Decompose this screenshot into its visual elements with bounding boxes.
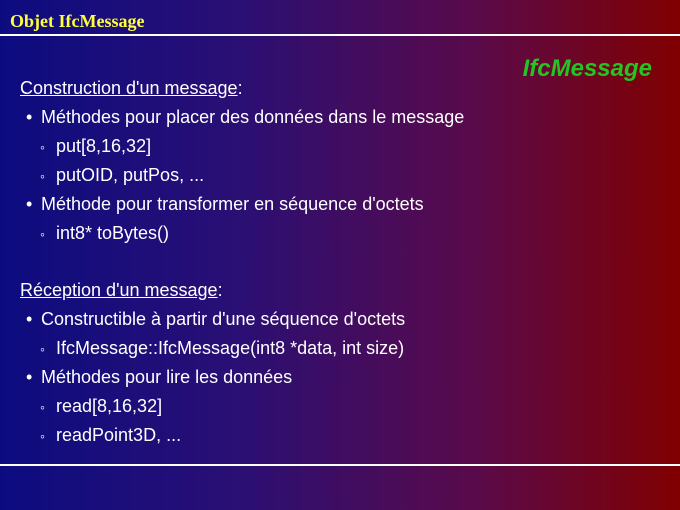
slide: Objet IfcMessage IfcMessage Construction… [0, 0, 680, 510]
list-item: • Méthodes pour placer des données dans l… [20, 103, 660, 132]
bullet-icon: • [26, 194, 33, 214]
sub-list-item-text: read[8,16,32] [56, 396, 163, 416]
sub-list-item-text: putOID, putPos, ... [56, 165, 205, 185]
section-title-colon: : [237, 78, 243, 98]
slide-content: Construction d'un message: • Méthodes pou… [20, 74, 660, 450]
section-title-text: Réception d'un message [20, 280, 218, 300]
sub-list-item-text: readPoint3D, ... [56, 425, 182, 445]
sub-list-item: ◦ readPoint3D, ... [20, 421, 660, 450]
sub-bullet-icon: ◦ [40, 428, 45, 444]
sub-list-item: ◦ int8* toBytes() [20, 219, 660, 248]
bullet-icon: • [26, 367, 33, 387]
list-item: • Méthodes pour lire les données [20, 363, 660, 392]
section-title-text: Construction d'un message [20, 78, 238, 98]
list-item: • Méthode pour transformer en séquence d'… [20, 190, 660, 219]
bullet-icon: • [26, 107, 33, 127]
list-item-text: Méthodes pour lire les données [41, 367, 293, 387]
slide-title: Objet IfcMessage [10, 11, 145, 31]
sub-bullet-icon: ◦ [40, 226, 45, 242]
section-title-colon: : [217, 280, 223, 300]
sub-bullet-icon: ◦ [40, 341, 45, 357]
sub-bullet-icon: ◦ [40, 168, 45, 184]
section-title-reception: Réception d'un message: [20, 276, 660, 305]
bullet-icon: • [26, 309, 33, 329]
list-item: • Constructible à partir d'une séquence d… [20, 305, 660, 334]
list-item-text: Constructible à partir d'une séquence d'… [41, 309, 406, 329]
bottom-divider [0, 464, 680, 466]
list-item-text: Méthodes pour placer des données dans le… [41, 107, 465, 127]
sub-bullet-icon: ◦ [40, 399, 45, 415]
section-title-construction: Construction d'un message: [20, 74, 660, 103]
sub-list-item: ◦ putOID, putPos, ... [20, 161, 660, 190]
list-item-text: Méthode pour transformer en séquence d'o… [41, 194, 424, 214]
sub-list-item-text: put[8,16,32] [56, 136, 152, 156]
sub-list-item-text: int8* toBytes() [56, 223, 170, 243]
sub-list-item: ◦ read[8,16,32] [20, 392, 660, 421]
sub-list-item: ◦ put[8,16,32] [20, 132, 660, 161]
sub-list-item: ◦ IfcMessage::IfcMessage(int8 *data, int … [20, 334, 660, 363]
top-divider [0, 34, 680, 36]
sub-bullet-icon: ◦ [40, 139, 45, 155]
sub-list-item-text: IfcMessage::IfcMessage(int8 *data, int s… [56, 338, 405, 358]
